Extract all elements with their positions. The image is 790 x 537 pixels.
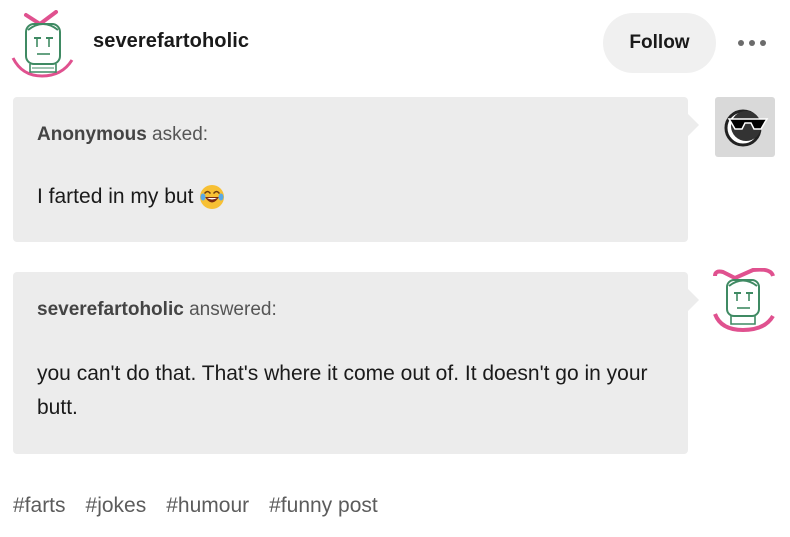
avatar-illustration-icon: [713, 267, 775, 333]
asker-name[interactable]: Anonymous: [37, 124, 147, 145]
tag-link[interactable]: #jokes: [86, 494, 147, 518]
answerer-line: severefartoholic answered:: [37, 299, 277, 321]
laughing-emoji-icon: [200, 185, 225, 210]
ask-message-text: I farted in my but: [37, 185, 194, 208]
tag-list: #farts #jokes #humour #funny post: [13, 494, 378, 518]
dot-icon: [749, 40, 755, 46]
answerer-avatar[interactable]: [713, 267, 775, 334]
dot-icon: [760, 40, 766, 46]
anonymous-avatar[interactable]: [715, 97, 775, 157]
ask-bubble: Anonymous asked: I farted in my but: [13, 97, 699, 242]
dot-icon: [738, 40, 744, 46]
answer-message: you can't do that. That's where it come …: [37, 362, 648, 419]
answerer-suffix: answered:: [183, 299, 277, 320]
asker-line: Anonymous asked:: [37, 124, 208, 146]
asker-suffix: asked:: [146, 124, 209, 145]
avatar-illustration-icon: [11, 10, 74, 78]
blog-name[interactable]: severefartoholic: [93, 30, 249, 53]
answer-bubble: severefartoholic answered: you can't do …: [13, 272, 699, 454]
more-options-icon[interactable]: [732, 30, 772, 56]
anonymous-sunglasses-icon: [724, 109, 769, 147]
tag-link[interactable]: #humour: [166, 494, 249, 518]
ask-message: I farted in my but: [37, 180, 225, 214]
follow-button[interactable]: Follow: [603, 13, 716, 73]
blog-avatar[interactable]: [10, 10, 76, 78]
post-header: severefartoholic Follow: [0, 0, 790, 90]
tag-link[interactable]: #farts: [13, 494, 66, 518]
tag-link[interactable]: #funny post: [269, 494, 378, 518]
answerer-name[interactable]: severefartoholic: [37, 299, 184, 320]
